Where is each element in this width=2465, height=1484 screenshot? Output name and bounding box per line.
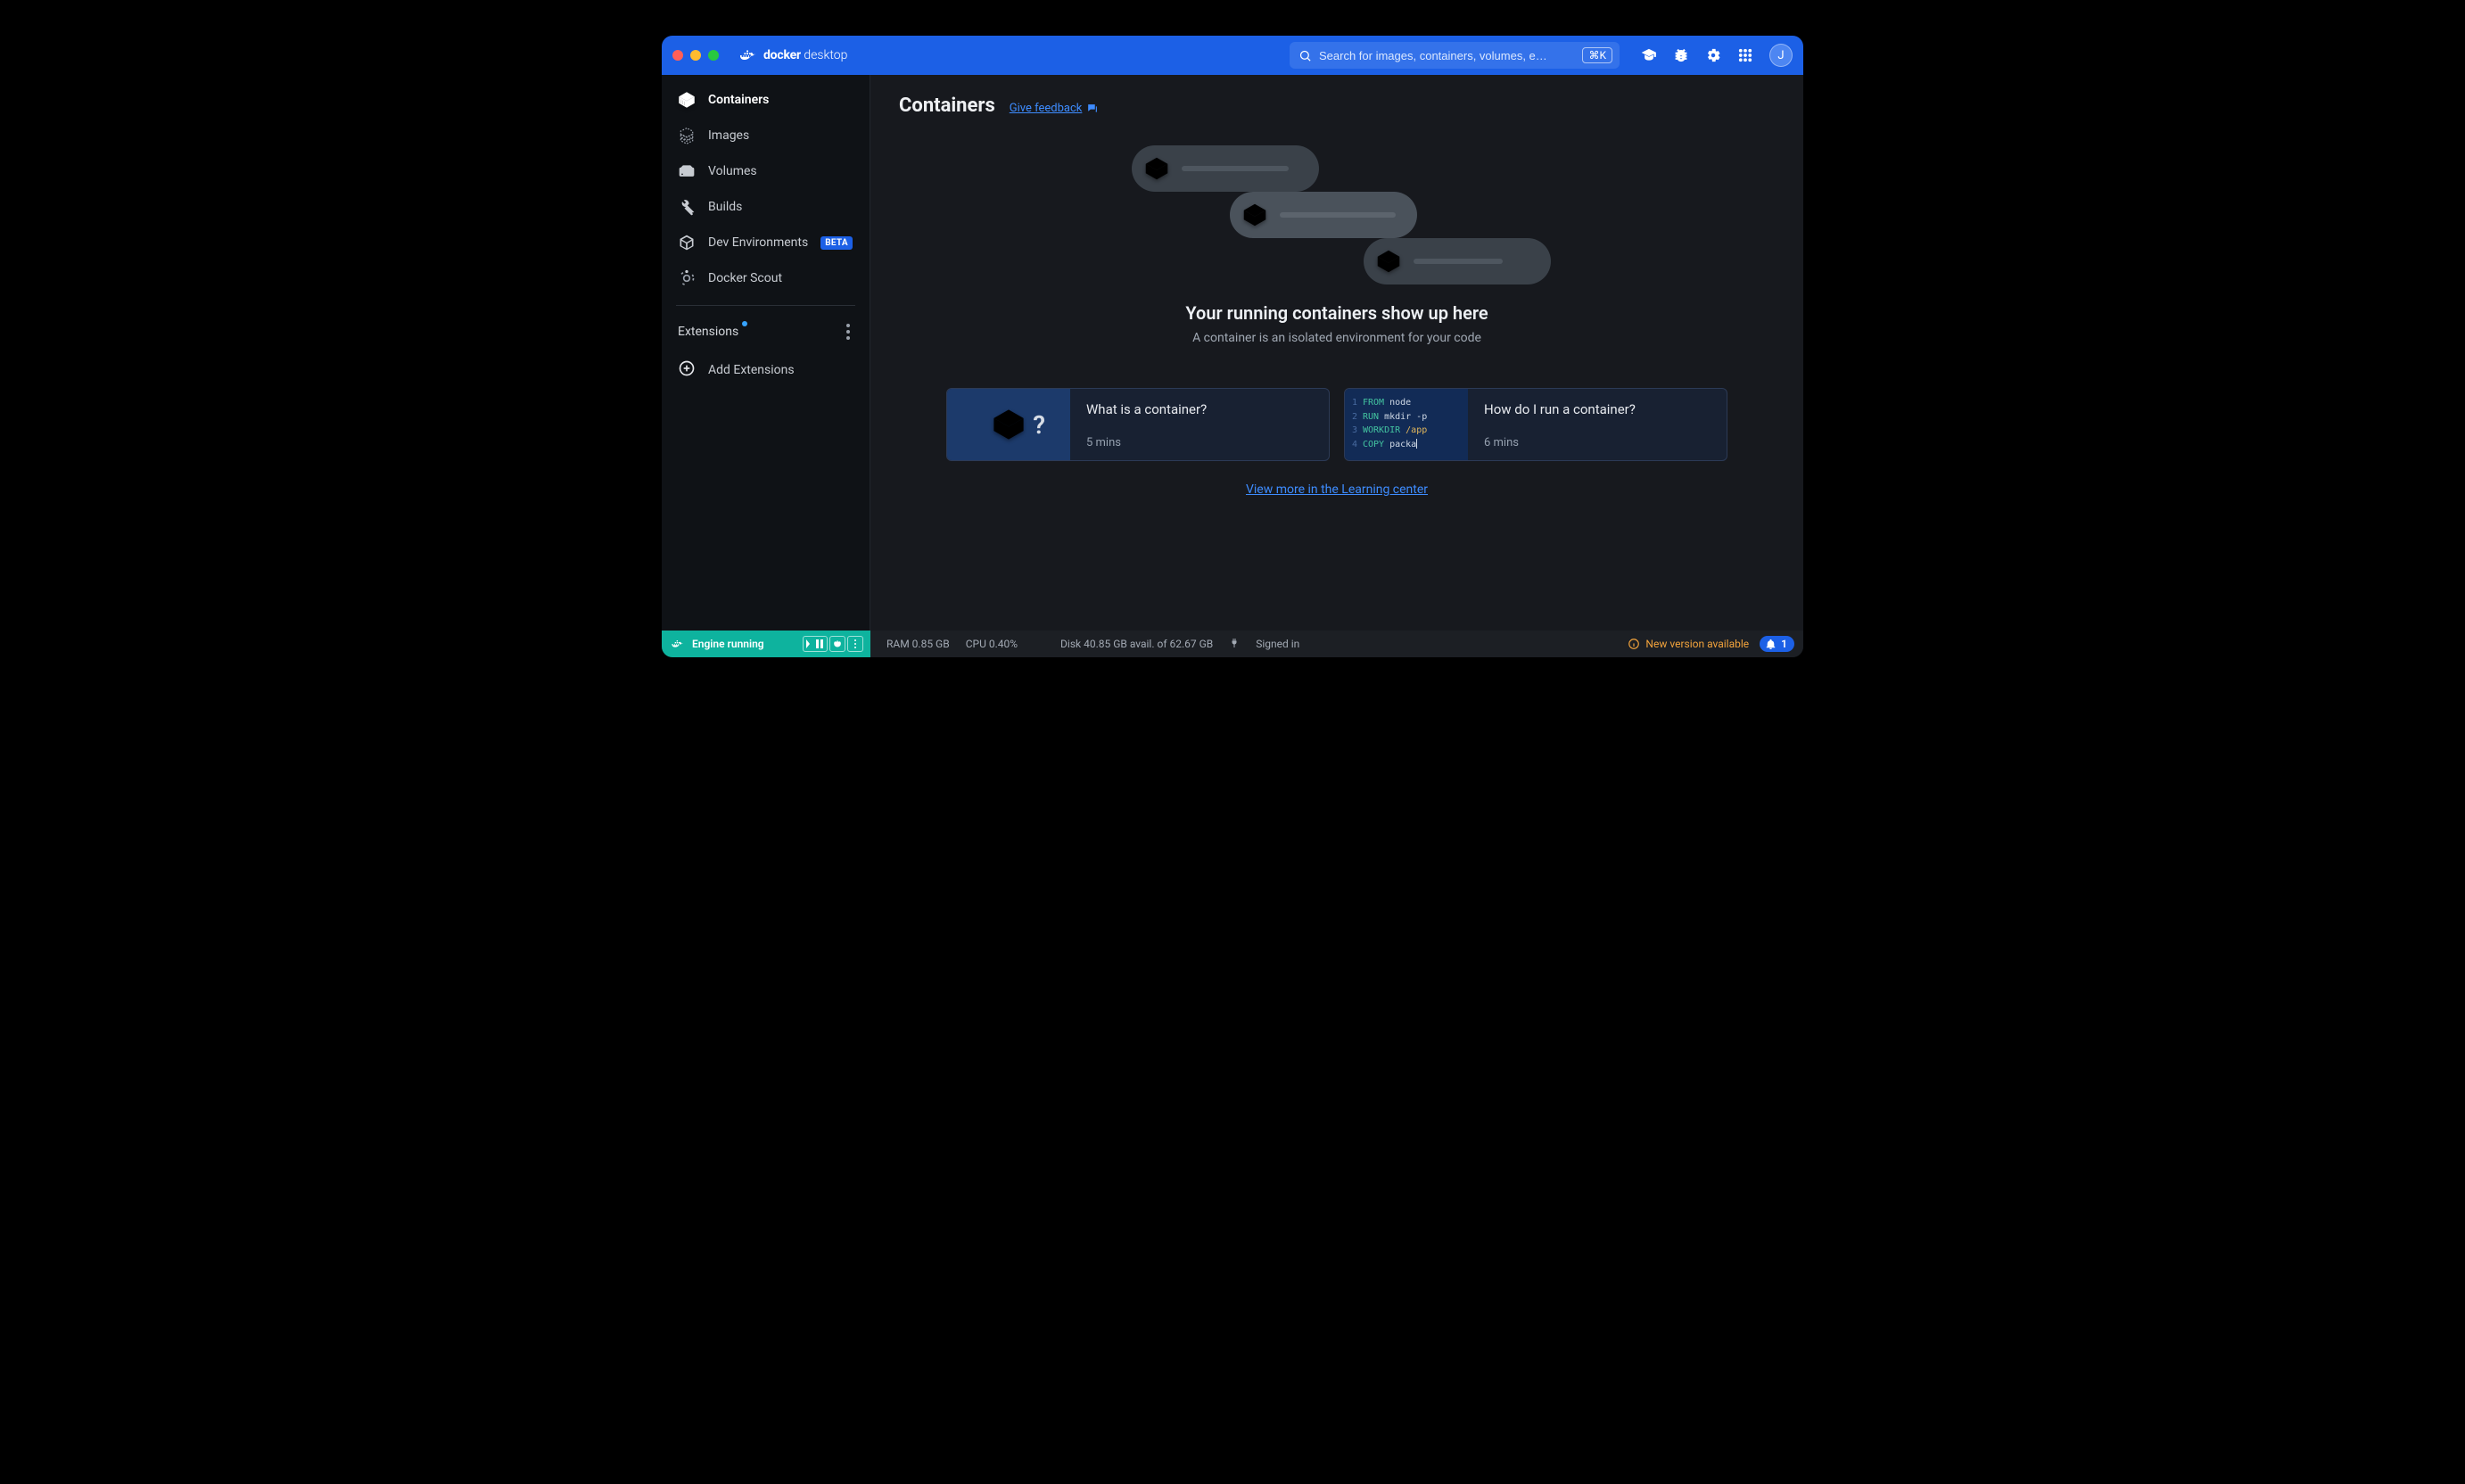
hero-illustration [1132,145,1542,297]
engine-status[interactable]: Engine running [662,631,870,657]
dev-env-icon [678,234,696,251]
sidebar-item-docker-scout[interactable]: Docker Scout [662,260,870,296]
question-mark-icon: ? [1033,410,1045,440]
extensions-header: Extensions [662,309,870,350]
bug-icon[interactable] [1673,47,1689,63]
signed-in-text: Signed in [1256,638,1299,650]
stat-ram: RAM 0.85 GB [886,638,950,650]
empty-state-title: Your running containers show up here [1185,302,1488,324]
extensions-menu-button[interactable] [843,320,853,343]
search-icon [1298,49,1312,62]
give-feedback-link[interactable]: Give feedback [1010,102,1099,115]
sidebar-item-label: Add Extensions [708,363,795,377]
card-duration: 5 mins [1086,436,1313,449]
stat-cpu: CPU 0.40% [966,638,1018,650]
learning-center-link[interactable]: View more in the Learning center [1246,482,1428,497]
sidebar: Containers Images Volumes Builds Dev Env… [662,75,870,631]
app-window: docker desktop ⌘K J Containers Images [662,36,1803,657]
account-avatar[interactable]: J [1769,44,1793,67]
images-icon [678,127,696,144]
titlebar: docker desktop ⌘K J [662,36,1803,75]
card-title: How do I run a container? [1484,401,1711,417]
new-version-link[interactable]: New version available [1628,638,1749,650]
sidebar-item-volumes[interactable]: Volumes [662,153,870,189]
sidebar-item-label: Dev Environments [708,235,808,250]
info-icon [1628,638,1640,650]
cube-icon [1144,156,1169,181]
cube-icon [1376,249,1401,274]
sidebar-item-label: Volumes [708,164,757,178]
sidebar-item-containers[interactable]: Containers [662,82,870,118]
minimize-window-button[interactable] [690,50,701,61]
search-shortcut: ⌘K [1582,47,1612,63]
container-cube-icon [992,408,1026,441]
builds-icon [678,198,696,216]
containers-icon [678,91,696,109]
global-search[interactable]: ⌘K [1290,42,1620,69]
sidebar-item-label: Containers [708,93,769,107]
docker-whale-icon [671,637,685,651]
beta-badge: BETA [820,236,853,250]
engine-status-text: Engine running [692,638,764,650]
learn-icon[interactable] [1641,47,1657,63]
close-window-button[interactable] [672,50,683,61]
feedback-icon [1086,103,1098,114]
sidebar-item-dev-environments[interactable]: Dev Environments BETA [662,225,870,260]
search-input[interactable] [1319,49,1575,62]
extensions-title: Extensions [678,325,738,339]
page-title: Containers [899,95,995,117]
learning-card-what-is-container[interactable]: ? What is a container? 5 mins [946,388,1330,461]
stat-disk: Disk 40.85 GB avail. of 62.67 GB [1060,638,1213,650]
settings-icon[interactable] [1705,47,1721,63]
sidebar-item-builds[interactable]: Builds [662,189,870,225]
notifications-button[interactable]: 1 [1760,636,1794,652]
empty-state-subtitle: A container is an isolated environment f… [1192,331,1481,345]
empty-state: Your running containers show up here A c… [899,145,1775,345]
volumes-icon [678,162,696,180]
notifications-count: 1 [1781,638,1787,650]
extensions-new-dot [742,321,747,326]
status-bar: Engine running RAM 0.85 GB CPU 0.40% Dis… [662,631,1803,657]
card-title: What is a container? [1086,401,1313,417]
sidebar-item-label: Docker Scout [708,271,782,285]
sidebar-item-images[interactable]: Images [662,118,870,153]
bell-icon [1765,639,1777,650]
card-duration: 6 mins [1484,436,1711,449]
sidebar-item-label: Builds [708,200,742,214]
cube-icon [1242,202,1267,227]
engine-power-button[interactable] [829,636,845,652]
learning-card-how-run-container[interactable]: 1FROMnode 2RUNmkdir -p 3WORKDIR/app 4COP… [1344,388,1727,461]
window-controls [672,50,719,61]
apps-grid-icon[interactable] [1737,47,1753,63]
add-icon [678,359,696,381]
main-content: Containers Give feedback [870,75,1803,631]
engine-play-pause-button[interactable] [803,636,828,652]
app-logo: docker desktop [738,45,847,65]
dockerfile-thumbnail: 1FROMnode 2RUNmkdir -p 3WORKDIR/app 4COP… [1345,389,1468,460]
zoom-window-button[interactable] [708,50,719,61]
sidebar-item-label: Images [708,128,749,143]
engine-menu-button[interactable] [847,636,863,652]
plug-icon [1229,638,1240,651]
sidebar-divider [676,305,855,306]
sidebar-item-add-extensions[interactable]: Add Extensions [662,350,870,390]
scout-icon [678,269,696,287]
docker-whale-icon [738,45,758,65]
